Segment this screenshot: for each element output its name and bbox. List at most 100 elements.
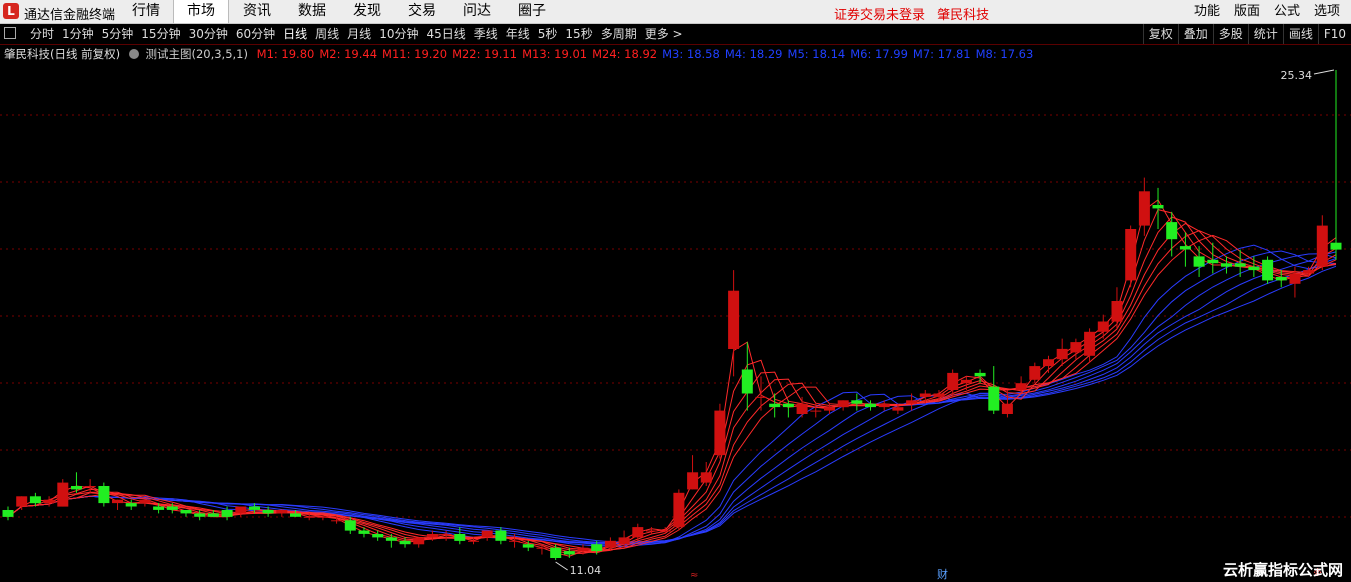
chart-tool-button[interactable]: 复权 (1142, 24, 1178, 44)
candle-body (290, 513, 301, 517)
candle-body (1056, 348, 1068, 360)
candle-body (495, 530, 507, 541)
candle-body (303, 516, 315, 518)
candle-body (878, 403, 890, 408)
period-tab[interactable]: 1分钟 (58, 24, 98, 44)
right-menu-item[interactable]: 功能 (1187, 0, 1227, 23)
right-menu-item[interactable]: 公式 (1267, 0, 1307, 23)
top-menu-item[interactable]: 市场 (173, 0, 229, 23)
candle-body (84, 486, 96, 487)
candle-body (194, 513, 206, 517)
ma-value-red: M2: 19.44 (319, 47, 378, 61)
low-price-pointer (555, 561, 568, 571)
ma-value-blue: M7: 17.81 (912, 47, 971, 61)
top-menu-item[interactable]: 交易 (394, 0, 449, 23)
chart-tool-button[interactable]: 叠加 (1177, 24, 1213, 44)
candle-body (1262, 259, 1274, 281)
chart-tools: 复权 叠加 多股 统计 画线 F10 (1142, 24, 1351, 44)
candle-body (468, 540, 479, 542)
login-warning[interactable]: 证券交易未登录 肇民科技 (834, 4, 997, 23)
period-tab[interactable]: 15秒 (561, 24, 596, 44)
candle-body (207, 513, 219, 517)
candle-body (139, 499, 151, 504)
candle-body (755, 396, 767, 398)
top-menu-item[interactable]: 资讯 (229, 0, 284, 23)
candle-body (988, 386, 1000, 411)
period-tab[interactable]: 5分钟 (98, 24, 138, 44)
ma-values: M1: 19.80 M2: 19.44 M11: 19.20 M22: 19.11 M1… (252, 47, 1034, 61)
candle-body (372, 534, 384, 538)
chart-tool-button[interactable]: F10 (1317, 24, 1351, 44)
candle-body (933, 393, 945, 397)
candle-body (2, 510, 14, 517)
ma-value-red: M24: 18.92 (592, 47, 658, 61)
candle-body (426, 534, 438, 538)
candle-body (1001, 403, 1013, 414)
chart-tool-button[interactable]: 画线 (1282, 24, 1318, 44)
period-tab[interactable]: 分时 (26, 24, 58, 44)
period-tab[interactable]: 15分钟 (137, 24, 184, 44)
login-warning-text[interactable]: 证券交易未登录 (834, 8, 925, 23)
candle-body (1043, 359, 1054, 367)
period-tab[interactable]: 多周期 (597, 24, 641, 44)
period-tab[interactable]: 日线 (279, 24, 311, 44)
period-tab[interactable]: 30分钟 (185, 24, 232, 44)
candle-body (57, 482, 69, 507)
candle-body (358, 530, 370, 534)
formula-name[interactable]: 测试主图(20,3,5,1) (145, 47, 248, 61)
period-toolbar: 分时 1分钟 5分钟 15分钟 30分钟 60分钟 日线 周线 月线 10分钟 45日线 季线 年线 5秒… (0, 24, 1351, 45)
candle-body (1111, 301, 1123, 322)
right-menu-item[interactable]: 版面 (1227, 0, 1267, 23)
candle-body (563, 551, 575, 555)
candle-body (249, 506, 260, 510)
right-menu-item[interactable]: 选项 (1307, 0, 1347, 23)
formula-dropdown-icon[interactable] (128, 49, 139, 59)
candle-body (16, 496, 28, 507)
chart-tool-button[interactable]: 统计 (1247, 24, 1283, 44)
candlestick-chart[interactable]: 25.34 11.04 (0, 60, 1351, 580)
top-menu: 行情 市场 资讯 数据 发现 交易 问达 圈子 (118, 0, 559, 23)
candle-body (1330, 242, 1342, 250)
period-tab[interactable]: 季线 (470, 24, 502, 44)
event-arrow-icon[interactable]: ≈ (690, 570, 698, 581)
candle-body (180, 510, 192, 514)
candle-body (659, 530, 671, 532)
candle-body (98, 486, 110, 504)
top-menu-item[interactable]: 数据 (284, 0, 339, 23)
top-menu-item[interactable]: 圈子 (504, 0, 559, 23)
candle-body (1234, 263, 1246, 267)
ma-value-blue: M8: 17.63 (975, 47, 1034, 61)
period-tab[interactable]: 年线 (502, 24, 534, 44)
high-price-label: 25.34 (1281, 69, 1313, 82)
chart-tool-button[interactable]: 多股 (1212, 24, 1248, 44)
candle-body (837, 400, 849, 408)
candle-body (1179, 246, 1191, 250)
period-tab[interactable]: 10分钟 (375, 24, 422, 44)
candle-body (892, 407, 904, 411)
ma-value-red: M1: 19.80 (256, 47, 315, 61)
period-tab[interactable]: 周线 (311, 24, 343, 44)
candle-body (550, 547, 562, 558)
candle-body (851, 400, 863, 404)
period-tab[interactable]: 月线 (343, 24, 375, 44)
top-menu-item[interactable]: 行情 (118, 0, 173, 23)
watermark: 云析赢指标公式网 (1222, 561, 1343, 579)
candle-body (865, 403, 876, 408)
period-tab[interactable]: 更多 > (641, 24, 687, 44)
candle-body (782, 403, 794, 408)
period-tab[interactable]: 45日线 (422, 24, 469, 44)
ma-value-blue: M5: 18.14 (787, 47, 846, 61)
candle-body (1152, 205, 1164, 209)
window-toggle-icon[interactable] (4, 27, 16, 39)
blue-ma-line (7, 253, 1337, 545)
period-tab[interactable]: 60分钟 (232, 24, 279, 44)
candle-body (262, 510, 274, 514)
top-menu-item[interactable]: 问达 (449, 0, 504, 23)
candle-body (687, 472, 699, 490)
candle-body (1207, 259, 1219, 264)
ma-value-red: M13: 19.01 (522, 47, 588, 61)
candle-body (166, 506, 178, 510)
period-tab[interactable]: 5秒 (534, 24, 562, 44)
top-menu-item[interactable]: 发现 (339, 0, 394, 23)
candle-body (1097, 321, 1109, 332)
